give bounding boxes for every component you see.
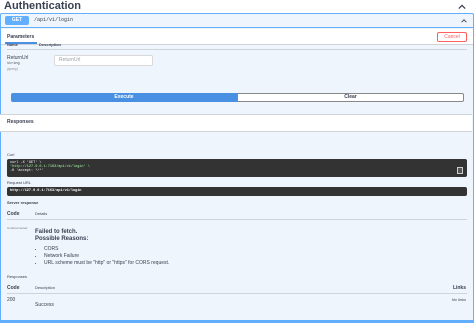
tab-parameters[interactable]: Parameters [7,34,34,40]
response-links: No links [451,297,466,302]
method-badge: GET [5,16,29,25]
error-title: Failed to fetch. [35,229,78,235]
curl-line: -H 'accept: */*' [10,169,44,173]
parameters-header: Parameters Cancel [1,29,473,45]
list-item: Network Failure [44,253,169,260]
returnurl-input[interactable]: ReturnUrl [54,55,153,66]
operation-path: /api/v1/login [34,17,74,23]
cancel-button[interactable]: Cancel [437,32,467,42]
copy-icon[interactable] [457,167,463,174]
chevron-up-icon[interactable] [461,18,467,24]
responses-label: Responses [7,274,28,279]
curl-label: Curl [7,152,15,157]
param-location: (query) [7,67,19,71]
divider [0,131,472,132]
operation-summary[interactable]: GET /api/v1/login [1,14,473,28]
column-header-description: Description [35,285,56,290]
list-item: CORS [44,246,169,253]
error-reasons-list: CORS Network Failure URL scheme must be … [44,246,169,267]
column-header-code: Code [7,285,20,291]
responses-title: Responses [7,119,34,125]
curl-code-block[interactable]: curl -X 'GET' \ 'http://127.0.0.1:7163/a… [7,159,467,177]
request-url-label: Request URL [7,180,32,185]
param-name: ReturnUrl [7,55,29,61]
clear-button[interactable]: Clear [237,93,464,102]
request-url-block[interactable]: http://127.0.0.1:7163/api/v1/login [7,187,467,196]
column-header-links: Links [452,285,466,291]
section-title[interactable]: Authentication [4,0,81,12]
param-type: string [7,62,20,66]
execute-button[interactable]: Execute [11,93,237,102]
responses-header [0,115,472,131]
divider [7,219,467,220]
error-subtitle: Possible Reasons: [35,236,89,242]
column-header-code: Code [7,211,20,217]
list-item: URL scheme must be "http" or "https" for… [44,260,169,267]
server-response-label: Server response [7,200,39,205]
column-header-details: Details [35,211,48,216]
chevron-up-icon[interactable] [458,3,466,11]
response-code: 200 [7,297,16,303]
column-header-description: Description [39,42,62,47]
divider [7,293,467,294]
response-description: Success [35,302,54,308]
undocumented-label: Undocumented [7,226,28,230]
divider [7,49,467,50]
column-header-name: Name [7,42,18,47]
